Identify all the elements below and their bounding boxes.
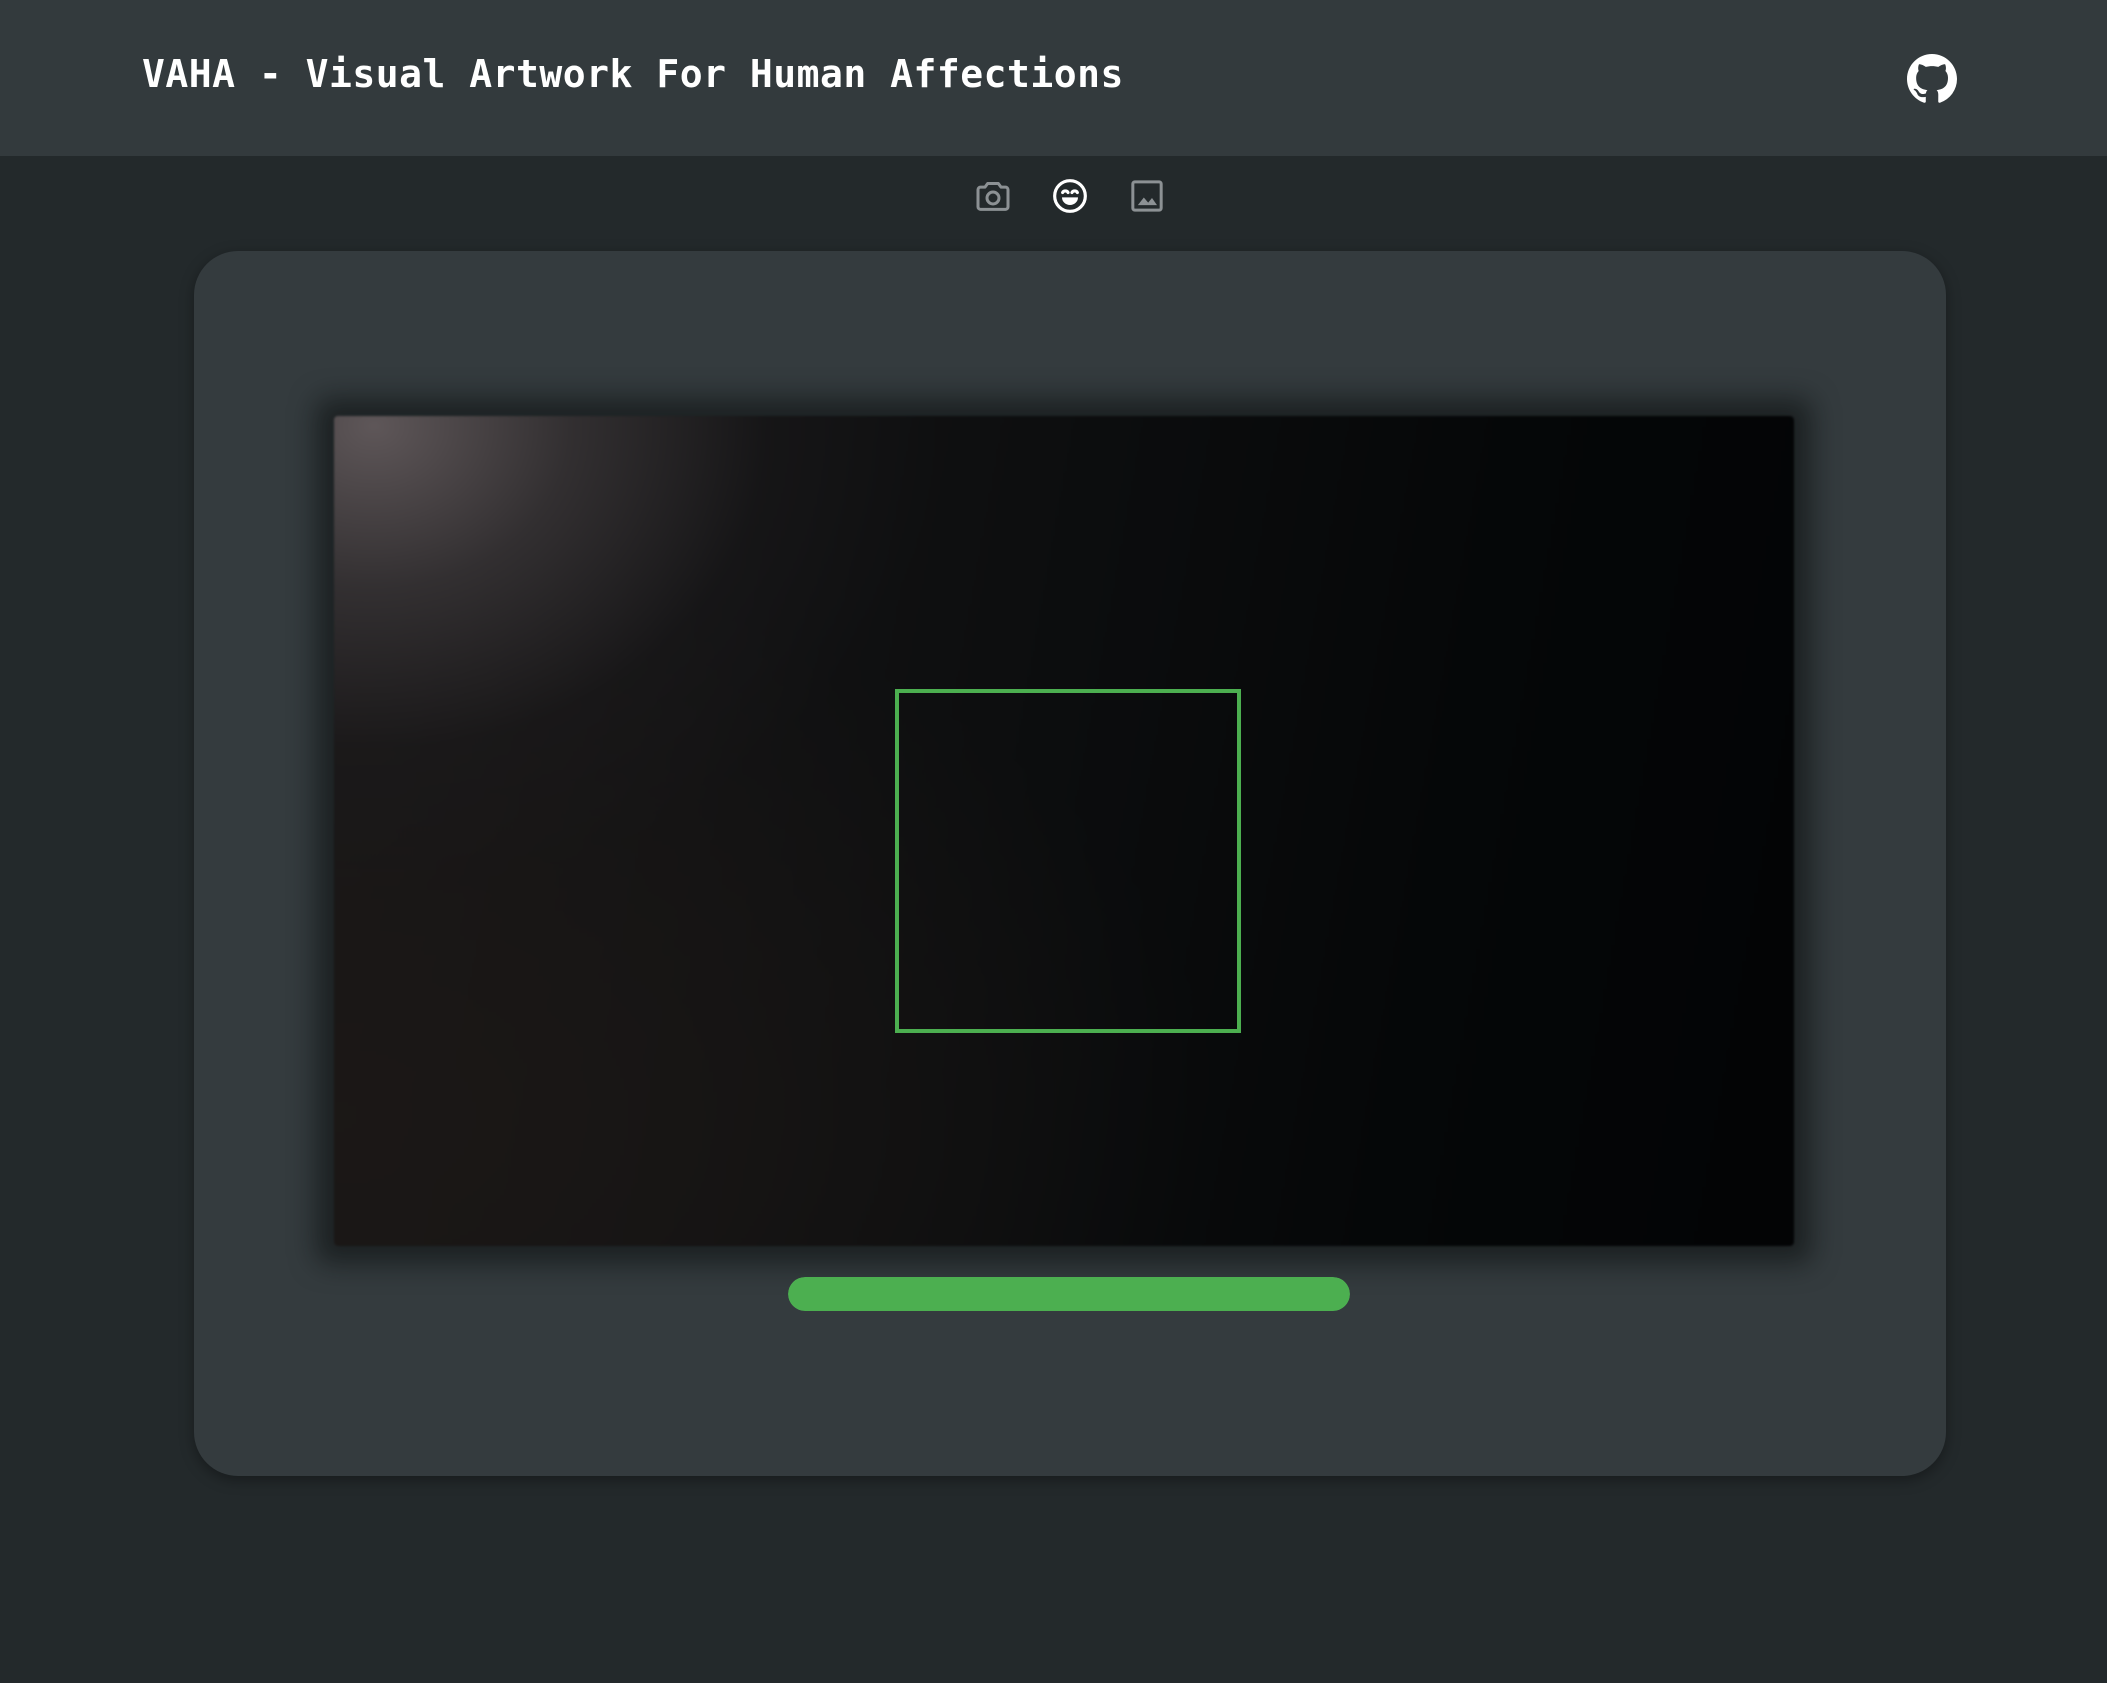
app-header: VAHA - Visual Artwork For Human Affectio… bbox=[0, 0, 2107, 156]
github-link[interactable] bbox=[1907, 54, 1957, 104]
face-smile-icon bbox=[1053, 179, 1087, 213]
face-detection-box bbox=[895, 689, 1241, 1033]
progress-bar bbox=[788, 1277, 1350, 1311]
app-title: VAHA - Visual Artwork For Human Affectio… bbox=[142, 52, 1124, 96]
capture-card bbox=[194, 251, 1946, 1476]
camera-icon bbox=[976, 182, 1010, 211]
image-mode-button[interactable] bbox=[1125, 174, 1169, 218]
emotion-mode-button[interactable] bbox=[1048, 174, 1092, 218]
progress-fill bbox=[788, 1277, 1350, 1311]
github-icon bbox=[1907, 54, 1957, 103]
camera-mode-button[interactable] bbox=[971, 174, 1015, 218]
mode-selector bbox=[0, 170, 2107, 222]
image-icon bbox=[1131, 180, 1163, 212]
